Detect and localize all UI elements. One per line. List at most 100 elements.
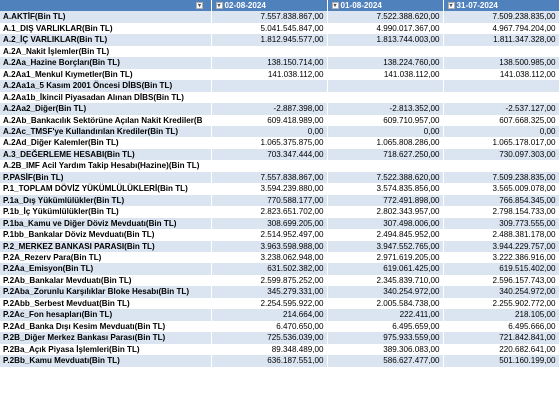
- row-label-cell[interactable]: A.2_İÇ VARLIKLAR(Bin TL): [0, 34, 212, 46]
- value-cell[interactable]: 586.627.477,00: [327, 355, 444, 367]
- value-cell[interactable]: 2.488.381.178,00: [443, 229, 559, 241]
- row-label-cell[interactable]: P.1_TOPLAM DÖVİZ YÜKÜMLÜLÜKLERİ(Bin TL): [0, 183, 212, 195]
- value-cell[interactable]: 1.065.808.286,00: [327, 137, 444, 149]
- value-cell[interactable]: 7.522.388.620,00: [327, 171, 444, 184]
- row-label-cell[interactable]: P.2Abb_Serbest Mevduat(Bin TL): [0, 297, 212, 310]
- row-label-cell[interactable]: P.2Ad_Banka Dışı Kesim Mevduatı(Bin TL): [0, 320, 212, 333]
- value-cell[interactable]: 631.502.382,00: [211, 263, 328, 275]
- value-cell[interactable]: 7.557.838.867,00: [211, 171, 328, 184]
- row-label-cell[interactable]: P.PASİF(Bin TL): [0, 171, 212, 184]
- value-cell[interactable]: 138.150.714,00: [211, 57, 328, 69]
- value-cell[interactable]: 3.947.552.765,00: [327, 240, 444, 252]
- value-cell[interactable]: 1.065.178.017,00: [443, 137, 559, 149]
- value-cell[interactable]: 725.536.039,00: [211, 332, 328, 344]
- column-header-date-2[interactable]: ▾ 01-08-2024: [327, 0, 444, 12]
- row-label-cell[interactable]: P.2B_Diğer Merkez Bankası Parası(Bin TL): [0, 332, 212, 344]
- value-cell[interactable]: 5.041.545.847,00: [211, 22, 328, 35]
- value-cell[interactable]: 6.470.650,00: [211, 320, 328, 333]
- row-label-cell[interactable]: P.2Ac_Fon hesapları(Bin TL): [0, 309, 212, 321]
- row-label-cell[interactable]: A.3_DEĞERLEME HESABI(Bin TL): [0, 148, 212, 161]
- value-cell[interactable]: 218.105,00: [443, 309, 559, 321]
- value-cell[interactable]: 3.594.239.880,00: [211, 183, 328, 195]
- value-cell[interactable]: 2.802.343.957,00: [327, 206, 444, 218]
- value-cell[interactable]: 636.187.551,00: [211, 355, 328, 367]
- row-label-cell[interactable]: P.1bb_Bankalar Döviz Mevduatı(Bin TL): [0, 229, 212, 241]
- value-cell[interactable]: 770.588.177,00: [211, 194, 328, 207]
- value-cell[interactable]: 340.254.972,00: [443, 286, 559, 298]
- value-cell[interactable]: [327, 160, 444, 172]
- value-cell[interactable]: 730.097.303,00: [443, 148, 559, 161]
- value-cell[interactable]: [443, 45, 559, 58]
- value-cell[interactable]: 975.933.559,00: [327, 332, 444, 344]
- value-cell[interactable]: 89.348.489,00: [211, 343, 328, 356]
- value-cell[interactable]: 2.971.619.205,00: [327, 251, 444, 264]
- value-cell[interactable]: 6.495.666,00: [443, 320, 559, 333]
- value-cell[interactable]: 3.565.009.078,00: [443, 183, 559, 195]
- value-cell[interactable]: 138.224.760,00: [327, 57, 444, 69]
- row-label-cell[interactable]: A.2A_Nakit İşlemler(Bin TL): [0, 45, 212, 58]
- value-cell[interactable]: 307.498.006,00: [327, 217, 444, 230]
- row-label-cell[interactable]: A.2Aa2_Diğer(Bin TL): [0, 103, 212, 115]
- value-cell[interactable]: 619.515.402,00: [443, 263, 559, 275]
- filter-dropdown-icon[interactable]: ▾: [196, 2, 203, 9]
- value-cell[interactable]: 0,00: [211, 125, 328, 138]
- value-cell[interactable]: 3.222.386.916,00: [443, 251, 559, 264]
- row-label-cell[interactable]: A.AKTİF(Bin TL): [0, 11, 212, 23]
- value-cell[interactable]: 3.238.062.948,00: [211, 251, 328, 264]
- value-cell[interactable]: 340.254.972,00: [327, 286, 444, 298]
- value-cell[interactable]: 141.038.112,00: [211, 68, 328, 81]
- row-label-cell[interactable]: P.2Ab_Bankalar Mevduatı(Bin TL): [0, 274, 212, 287]
- row-label-cell[interactable]: A.1_DIŞ VARLIKLAR(Bin TL): [0, 22, 212, 35]
- value-cell[interactable]: [443, 160, 559, 172]
- column-header-item[interactable]: ▾: [0, 0, 212, 12]
- value-cell[interactable]: 7.509.238.835,00: [443, 171, 559, 184]
- row-label-cell[interactable]: A.2B_IMF Acil Yardım Takip Hesabı(Hazine…: [0, 160, 212, 172]
- value-cell[interactable]: 7.557.838.867,00: [211, 11, 328, 23]
- value-cell[interactable]: 609.418.989,00: [211, 114, 328, 126]
- value-cell[interactable]: [327, 45, 444, 58]
- value-cell[interactable]: 7.522.388.620,00: [327, 11, 444, 23]
- value-cell[interactable]: 1.813.744.003,00: [327, 34, 444, 46]
- value-cell[interactable]: 308.699.205,00: [211, 217, 328, 230]
- value-cell[interactable]: 609.710.957,00: [327, 114, 444, 126]
- value-cell[interactable]: 3.963.598.988,00: [211, 240, 328, 252]
- value-cell[interactable]: 2.255.902.772,00: [443, 297, 559, 310]
- row-label-cell[interactable]: A.2Ac_TMSF'ye Kullandırılan Krediler(Bin…: [0, 125, 212, 138]
- value-cell[interactable]: -2.813.352,00: [327, 103, 444, 115]
- value-cell[interactable]: 3.574.835.856,00: [327, 183, 444, 195]
- value-cell[interactable]: 766.854.345,00: [443, 194, 559, 207]
- value-cell[interactable]: 2.798.154.733,00: [443, 206, 559, 218]
- row-label-cell[interactable]: P.2A_Rezerv Para(Bin TL): [0, 251, 212, 264]
- row-label-cell[interactable]: P.2Aba_Zorunlu Karşılıklar Bloke Hesabı(…: [0, 286, 212, 298]
- value-cell[interactable]: [211, 80, 328, 92]
- value-cell[interactable]: 619.061.425,00: [327, 263, 444, 275]
- value-cell[interactable]: 4.990.017.367,00: [327, 22, 444, 35]
- value-cell[interactable]: 141.038.112,00: [443, 68, 559, 81]
- value-cell[interactable]: 721.842.841,00: [443, 332, 559, 344]
- row-label-cell[interactable]: P.1a_Dış Yükümlülükler(Bin TL): [0, 194, 212, 207]
- value-cell[interactable]: 772.491.898,00: [327, 194, 444, 207]
- value-cell[interactable]: [211, 45, 328, 58]
- row-label-cell[interactable]: A.2Aa1b_İkincil Piyasadan Alınan DİBS(Bi…: [0, 91, 212, 104]
- filter-dropdown-icon[interactable]: ▾: [447, 2, 455, 9]
- value-cell[interactable]: 1.065.375.875,00: [211, 137, 328, 149]
- value-cell[interactable]: [443, 80, 559, 92]
- value-cell[interactable]: 2.514.952.497,00: [211, 229, 328, 241]
- value-cell[interactable]: 2.345.839.710,00: [327, 274, 444, 287]
- value-cell[interactable]: 718.627.250,00: [327, 148, 444, 161]
- value-cell[interactable]: 389.306.083,00: [327, 343, 444, 356]
- value-cell[interactable]: 0,00: [443, 125, 559, 138]
- value-cell[interactable]: 2.005.584.738,00: [327, 297, 444, 310]
- value-cell[interactable]: [211, 160, 328, 172]
- value-cell[interactable]: 2.599.875.252,00: [211, 274, 328, 287]
- value-cell[interactable]: 501.160.199,00: [443, 355, 559, 367]
- value-cell[interactable]: 2.254.595.922,00: [211, 297, 328, 310]
- value-cell[interactable]: 2.823.651.702,00: [211, 206, 328, 218]
- row-label-cell[interactable]: A.2Ab_Bankacılık Sektörüne Açılan Nakit …: [0, 114, 212, 126]
- value-cell[interactable]: 1.811.347.328,00: [443, 34, 559, 46]
- value-cell[interactable]: 4.967.794.204,00: [443, 22, 559, 35]
- value-cell[interactable]: 2.596.157.743,00: [443, 274, 559, 287]
- value-cell[interactable]: 703.347.444,00: [211, 148, 328, 161]
- row-label-cell[interactable]: P.2Ba_Açık Piyasa İşlemleri(Bin TL): [0, 343, 212, 356]
- row-label-cell[interactable]: A.2Aa_Hazine Borçları(Bin TL): [0, 57, 212, 69]
